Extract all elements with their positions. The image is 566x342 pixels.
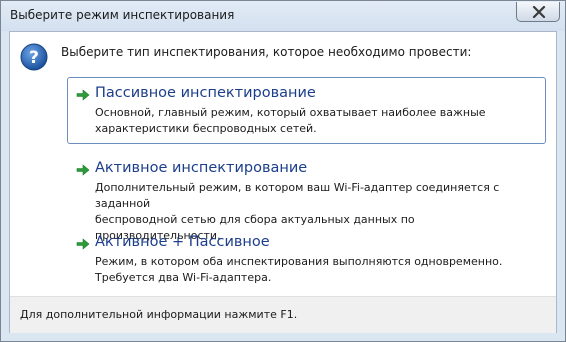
close-icon [532, 6, 546, 18]
dialog-content: ? Выберите тип инспектирования, которое … [9, 31, 557, 333]
dialog-question: Выберите тип инспектирования, которое не… [61, 45, 472, 59]
option-description-line: характеристики беспроводных сетей. [95, 122, 317, 135]
window-title: Выберите режим инспектирования [10, 8, 235, 22]
question-icon: ? [20, 43, 48, 71]
option-passive[interactable]: Пассивное инспектирование Основной, глав… [67, 77, 546, 144]
option-description-line: Дополнительный режим, в котором ваш Wi-F… [95, 181, 500, 210]
option-description: Режим, в котором оба инспектирования вып… [95, 254, 537, 286]
option-title: Активное инспектирование [95, 160, 308, 176]
green-arrow-icon [76, 238, 90, 250]
option-title: Пассивное инспектирование [95, 85, 316, 101]
green-arrow-icon [76, 89, 90, 101]
option-description-line: Требуется два Wi-Fi-адаптера. [95, 271, 272, 284]
footer-help-text: Для дополнительной информации нажмите F1… [20, 308, 298, 321]
dialog-footer: Для дополнительной информации нажмите F1… [10, 296, 556, 333]
svg-text:?: ? [29, 48, 39, 68]
option-description: Основной, главный режим, который охватыв… [95, 105, 537, 137]
option-active-passive[interactable]: Активное + Пассивное Режим, в котором об… [67, 226, 546, 293]
title-bar[interactable]: Выберите режим инспектирования [1, 1, 565, 31]
option-description-line: Основной, главный режим, который охватыв… [95, 106, 486, 119]
option-title: Активное + Пассивное [95, 234, 270, 250]
close-button[interactable] [516, 2, 560, 22]
green-arrow-icon [76, 164, 90, 176]
option-description-line: Режим, в котором оба инспектирования вып… [95, 255, 503, 268]
dialog-window: Выберите режим инспектирования ? Выберит… [0, 0, 566, 342]
